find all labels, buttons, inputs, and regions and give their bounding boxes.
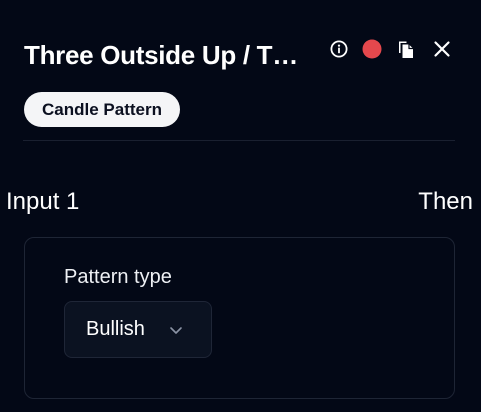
copy-icon[interactable] [395,38,417,60]
then-label: Then [418,188,473,215]
divider [23,140,455,141]
close-icon[interactable] [431,38,453,60]
panel-header: Three Outside Up / Three Outside Down [24,38,461,72]
pattern-type-select[interactable]: Bullish [64,301,212,358]
chevron-down-icon [168,322,184,338]
pattern-panel: Three Outside Up / Three Outside Down [0,0,481,412]
record-dot-icon[interactable] [361,38,383,60]
panel-title: Three Outside Up / Three Outside Down [24,40,306,70]
info-icon[interactable] [328,38,350,60]
pattern-type-value: Bullish [86,318,145,340]
input-card: Pattern type Bullish [24,237,455,399]
pattern-type-label: Pattern type [64,266,172,288]
candle-pattern-badge: Candle Pattern [24,92,180,127]
input-label: Input 1 [6,188,80,215]
